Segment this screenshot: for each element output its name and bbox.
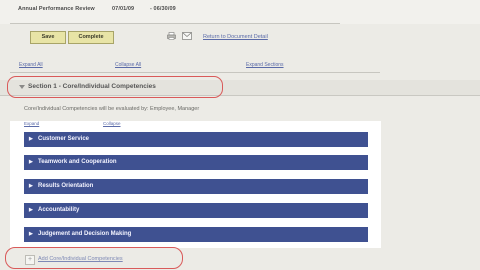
competency-judgement[interactable]: ▶ Judgement and Decision Making	[24, 227, 368, 242]
expand-all-link[interactable]: Expand All	[19, 62, 43, 68]
expand-sections-link[interactable]: Expand Sections	[246, 62, 284, 68]
review-title: Annual Performance Review	[18, 6, 95, 12]
caret-right-icon: ▶	[29, 159, 33, 165]
printer-icon[interactable]	[167, 32, 176, 40]
section-title-highlight	[7, 76, 223, 98]
competency-label: Customer Service	[38, 136, 90, 142]
competency-label: Teamwork and Cooperation	[38, 159, 117, 165]
add-link-highlight	[5, 247, 183, 269]
header-bar	[0, 0, 480, 24]
caret-right-icon: ▶	[29, 231, 33, 237]
collapse-all-link[interactable]: Collapse All	[115, 62, 141, 68]
mail-icon[interactable]	[182, 32, 192, 40]
competency-teamwork[interactable]: ▶ Teamwork and Cooperation	[24, 155, 368, 170]
section-collapse-link[interactable]: Collapse	[103, 121, 121, 126]
competency-customer-service[interactable]: ▶ Customer Service	[24, 132, 368, 147]
save-button[interactable]: Save	[30, 31, 66, 44]
competency-results-orientation[interactable]: ▶ Results Orientation	[24, 179, 368, 194]
links-divider	[10, 72, 380, 73]
header-divider	[10, 23, 340, 24]
section-expand-link[interactable]: Expand	[24, 121, 39, 126]
competency-label: Judgement and Decision Making	[38, 231, 132, 237]
return-to-document-link[interactable]: Return to Document Detail	[203, 34, 268, 40]
caret-right-icon: ▶	[29, 136, 33, 142]
competency-accountability[interactable]: ▶ Accountability	[24, 203, 368, 218]
caret-right-icon: ▶	[29, 207, 33, 213]
competency-label: Accountability	[38, 207, 80, 213]
caret-right-icon: ▶	[29, 183, 33, 189]
review-period-start: 07/01/09	[112, 6, 135, 12]
complete-button[interactable]: Complete	[68, 31, 114, 44]
section-description: Core/Individual Competencies will be eva…	[24, 106, 200, 112]
review-period-end: - 06/30/09	[150, 6, 176, 12]
competency-label: Results Orientation	[38, 183, 94, 189]
